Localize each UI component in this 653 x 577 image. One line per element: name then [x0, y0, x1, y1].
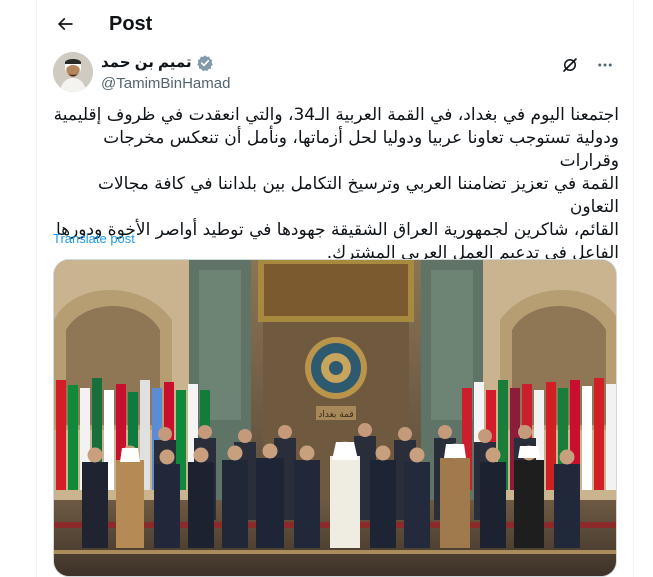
- back-button[interactable]: [49, 8, 81, 40]
- post-text-line: اجتمعنا اليوم في بغداد، في القمة العربية…: [53, 105, 619, 125]
- more-icon: [598, 63, 612, 67]
- grok-icon: [563, 58, 577, 72]
- post-header: Post: [37, 0, 633, 48]
- translate-post-link[interactable]: Translate post: [53, 231, 135, 246]
- banner-text: قمة بغداد: [318, 410, 353, 420]
- grok-button[interactable]: [559, 54, 581, 76]
- page-title: Post: [109, 13, 153, 35]
- summit-group-photo: قمة بغداد: [54, 260, 616, 576]
- post-text: اجتمعنا اليوم في بغداد، في القمة العربية…: [53, 104, 619, 265]
- arrow-left-icon: [57, 17, 73, 31]
- avatar[interactable]: [53, 52, 93, 92]
- post-text-line: القمة في تعزيز تضامننا العربي وترسيخ الت…: [97, 174, 619, 217]
- post-media[interactable]: قمة بغداد: [53, 259, 617, 577]
- verified-badge-icon: [196, 55, 213, 72]
- avatar-image: [53, 52, 93, 92]
- display-name[interactable]: تميم بن حمد: [101, 53, 192, 73]
- author-names: تميم بن حمد @TamimBinHamad: [101, 53, 230, 94]
- post-text-line: القائم، شاكرين لجمهورية العراق الشقيقة ج…: [55, 220, 619, 240]
- display-name-row[interactable]: تميم بن حمد: [101, 53, 230, 73]
- post-column: Post تميم بن حمد @TamimBinHamad اجتمعنا …: [36, 0, 634, 577]
- more-button[interactable]: [593, 54, 617, 76]
- author-row: تميم بن حمد @TamimBinHamad: [53, 52, 617, 96]
- post-text-line: ودولية تستوجب تعاونا عربيا ودوليا لحل أز…: [103, 128, 619, 171]
- author-handle[interactable]: @TamimBinHamad: [101, 74, 230, 94]
